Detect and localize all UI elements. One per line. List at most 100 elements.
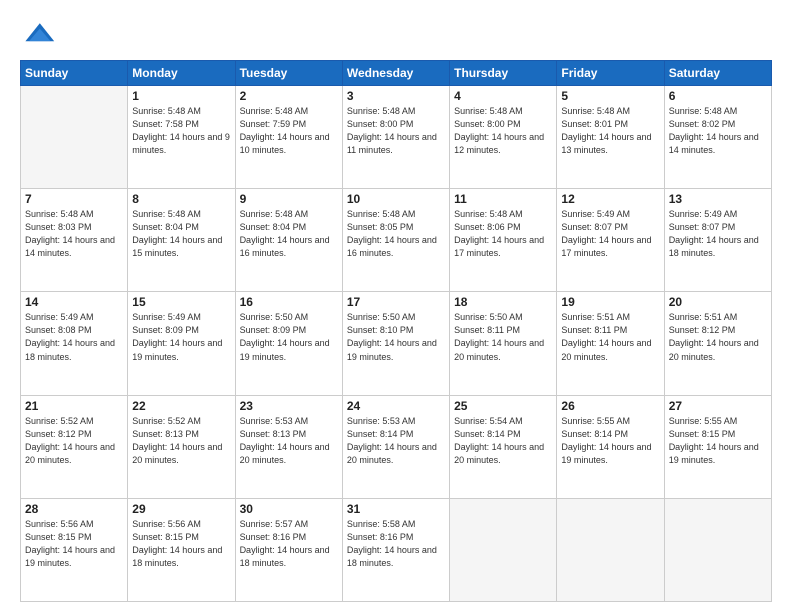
calendar-header-row: SundayMondayTuesdayWednesdayThursdayFrid… (21, 61, 772, 86)
day-info: Sunrise: 5:49 AMSunset: 8:08 PMDaylight:… (25, 311, 123, 363)
calendar-cell: 12Sunrise: 5:49 AMSunset: 8:07 PMDayligh… (557, 189, 664, 292)
calendar-cell: 11 Sunrise: 5:48 AMSunset: 8:06 PMDayligh… (450, 189, 557, 292)
day-info: Sunrise: 5:48 AMSunset: 8:05 PMDaylight:… (347, 208, 445, 260)
calendar-cell: 18 Sunrise: 5:50 AMSunset: 8:11 PMDayligh… (450, 292, 557, 395)
calendar-cell (450, 498, 557, 601)
day-info: Sunrise: 5:48 AMSunset: 7:59 PMDaylight:… (240, 105, 338, 157)
calendar-cell: 6 Sunrise: 5:48 AMSunset: 8:02 PMDaylight… (664, 86, 771, 189)
calendar-cell: 16 Sunrise: 5:50 AMSunset: 8:09 PMDayligh… (235, 292, 342, 395)
day-number: 14 (25, 295, 123, 309)
calendar-cell: 4 Sunrise: 5:48 AMSunset: 8:00 PMDaylight… (450, 86, 557, 189)
calendar-day-header: Monday (128, 61, 235, 86)
calendar-cell (664, 498, 771, 601)
day-info: Sunrise: 5:51 AMSunset: 8:12 PMDaylight:… (669, 311, 767, 363)
calendar-cell: 21 Sunrise: 5:52 AMSunset: 8:12 PMDayligh… (21, 395, 128, 498)
day-info: Sunrise: 5:48 AMSunset: 8:00 PMDaylight:… (347, 105, 445, 157)
day-number: 20 (669, 295, 767, 309)
day-number: 8 (132, 192, 230, 206)
day-number: 27 (669, 399, 767, 413)
day-info: Sunrise: 5:51 AMSunset: 8:11 PMDaylight:… (561, 311, 659, 363)
day-info: Sunrise: 5:48 AMSunset: 7:58 PMDaylight:… (132, 105, 230, 157)
calendar-day-header: Thursday (450, 61, 557, 86)
calendar-cell: 2Sunrise: 5:48 AMSunset: 7:59 PMDaylight… (235, 86, 342, 189)
day-number: 6 (669, 89, 767, 103)
day-number: 1 (132, 89, 230, 103)
calendar-cell: 24 Sunrise: 5:53 AMSunset: 8:14 PMDayligh… (342, 395, 449, 498)
calendar-cell: 30 Sunrise: 5:57 AMSunset: 8:16 PMDayligh… (235, 498, 342, 601)
calendar-week-row: 14 Sunrise: 5:49 AMSunset: 8:08 PMDayligh… (21, 292, 772, 395)
day-number: 31 (347, 502, 445, 516)
day-info: Sunrise: 5:53 AMSunset: 8:13 PMDaylight:… (240, 415, 338, 467)
calendar-cell: 8 Sunrise: 5:48 AMSunset: 8:04 PMDaylight… (128, 189, 235, 292)
calendar-cell: 15 Sunrise: 5:49 AMSunset: 8:09 PMDayligh… (128, 292, 235, 395)
calendar-cell: 7Sunrise: 5:48 AMSunset: 8:03 PMDaylight… (21, 189, 128, 292)
day-info: Sunrise: 5:49 AMSunset: 8:07 PMDaylight:… (669, 208, 767, 260)
day-number: 13 (669, 192, 767, 206)
logo (20, 16, 60, 52)
calendar-cell: 3 Sunrise: 5:48 AMSunset: 8:00 PMDaylight… (342, 86, 449, 189)
calendar-cell: 25Sunrise: 5:54 AMSunset: 8:14 PMDayligh… (450, 395, 557, 498)
day-info: Sunrise: 5:56 AMSunset: 8:15 PMDaylight:… (132, 518, 230, 570)
calendar-week-row: 21 Sunrise: 5:52 AMSunset: 8:12 PMDayligh… (21, 395, 772, 498)
calendar-cell: 9Sunrise: 5:48 AMSunset: 8:04 PMDaylight… (235, 189, 342, 292)
day-info: Sunrise: 5:48 AMSunset: 8:00 PMDaylight:… (454, 105, 552, 157)
day-number: 29 (132, 502, 230, 516)
day-info: Sunrise: 5:57 AMSunset: 8:16 PMDaylight:… (240, 518, 338, 570)
calendar-cell: 22 Sunrise: 5:52 AMSunset: 8:13 PMDayligh… (128, 395, 235, 498)
day-info: Sunrise: 5:56 AMSunset: 8:15 PMDaylight:… (25, 518, 123, 570)
day-info: Sunrise: 5:52 AMSunset: 8:12 PMDaylight:… (25, 415, 123, 467)
day-info: Sunrise: 5:55 AMSunset: 8:15 PMDaylight:… (669, 415, 767, 467)
calendar-cell: 29 Sunrise: 5:56 AMSunset: 8:15 PMDayligh… (128, 498, 235, 601)
calendar-cell (21, 86, 128, 189)
calendar-cell (557, 498, 664, 601)
calendar-cell: 20 Sunrise: 5:51 AMSunset: 8:12 PMDayligh… (664, 292, 771, 395)
calendar-cell: 1 Sunrise: 5:48 AMSunset: 7:58 PMDaylight… (128, 86, 235, 189)
day-info: Sunrise: 5:58 AMSunset: 8:16 PMDaylight:… (347, 518, 445, 570)
day-number: 11 (454, 192, 552, 206)
day-info: Sunrise: 5:48 AMSunset: 8:02 PMDaylight:… (669, 105, 767, 157)
calendar-week-row: 7Sunrise: 5:48 AMSunset: 8:03 PMDaylight… (21, 189, 772, 292)
day-number: 5 (561, 89, 659, 103)
day-number: 28 (25, 502, 123, 516)
page-header (20, 16, 772, 52)
calendar-cell: 17Sunrise: 5:50 AMSunset: 8:10 PMDayligh… (342, 292, 449, 395)
day-number: 15 (132, 295, 230, 309)
calendar-cell: 31 Sunrise: 5:58 AMSunset: 8:16 PMDayligh… (342, 498, 449, 601)
day-number: 22 (132, 399, 230, 413)
day-number: 7 (25, 192, 123, 206)
calendar-day-header: Tuesday (235, 61, 342, 86)
day-info: Sunrise: 5:54 AMSunset: 8:14 PMDaylight:… (454, 415, 552, 467)
day-info: Sunrise: 5:53 AMSunset: 8:14 PMDaylight:… (347, 415, 445, 467)
calendar-cell: 28 Sunrise: 5:56 AMSunset: 8:15 PMDayligh… (21, 498, 128, 601)
day-info: Sunrise: 5:48 AMSunset: 8:04 PMDaylight:… (240, 208, 338, 260)
calendar-cell: 27 Sunrise: 5:55 AMSunset: 8:15 PMDayligh… (664, 395, 771, 498)
day-info: Sunrise: 5:48 AMSunset: 8:06 PMDaylight:… (454, 208, 552, 260)
day-info: Sunrise: 5:49 AMSunset: 8:09 PMDaylight:… (132, 311, 230, 363)
calendar-cell: 26Sunrise: 5:55 AMSunset: 8:14 PMDayligh… (557, 395, 664, 498)
day-number: 19 (561, 295, 659, 309)
day-info: Sunrise: 5:48 AMSunset: 8:04 PMDaylight:… (132, 208, 230, 260)
day-number: 21 (25, 399, 123, 413)
day-number: 17 (347, 295, 445, 309)
day-info: Sunrise: 5:52 AMSunset: 8:13 PMDaylight:… (132, 415, 230, 467)
day-number: 16 (240, 295, 338, 309)
calendar-cell: 10 Sunrise: 5:48 AMSunset: 8:05 PMDayligh… (342, 189, 449, 292)
day-number: 23 (240, 399, 338, 413)
logo-icon (20, 16, 56, 52)
day-number: 18 (454, 295, 552, 309)
day-number: 3 (347, 89, 445, 103)
calendar-table: SundayMondayTuesdayWednesdayThursdayFrid… (20, 60, 772, 602)
day-info: Sunrise: 5:49 AMSunset: 8:07 PMDaylight:… (561, 208, 659, 260)
day-number: 26 (561, 399, 659, 413)
calendar-cell: 14 Sunrise: 5:49 AMSunset: 8:08 PMDayligh… (21, 292, 128, 395)
calendar-week-row: 1 Sunrise: 5:48 AMSunset: 7:58 PMDaylight… (21, 86, 772, 189)
day-info: Sunrise: 5:48 AMSunset: 8:01 PMDaylight:… (561, 105, 659, 157)
day-number: 30 (240, 502, 338, 516)
day-number: 10 (347, 192, 445, 206)
calendar-cell: 23 Sunrise: 5:53 AMSunset: 8:13 PMDayligh… (235, 395, 342, 498)
day-info: Sunrise: 5:50 AMSunset: 8:11 PMDaylight:… (454, 311, 552, 363)
day-number: 4 (454, 89, 552, 103)
day-number: 24 (347, 399, 445, 413)
day-info: Sunrise: 5:50 AMSunset: 8:09 PMDaylight:… (240, 311, 338, 363)
calendar-day-header: Saturday (664, 61, 771, 86)
